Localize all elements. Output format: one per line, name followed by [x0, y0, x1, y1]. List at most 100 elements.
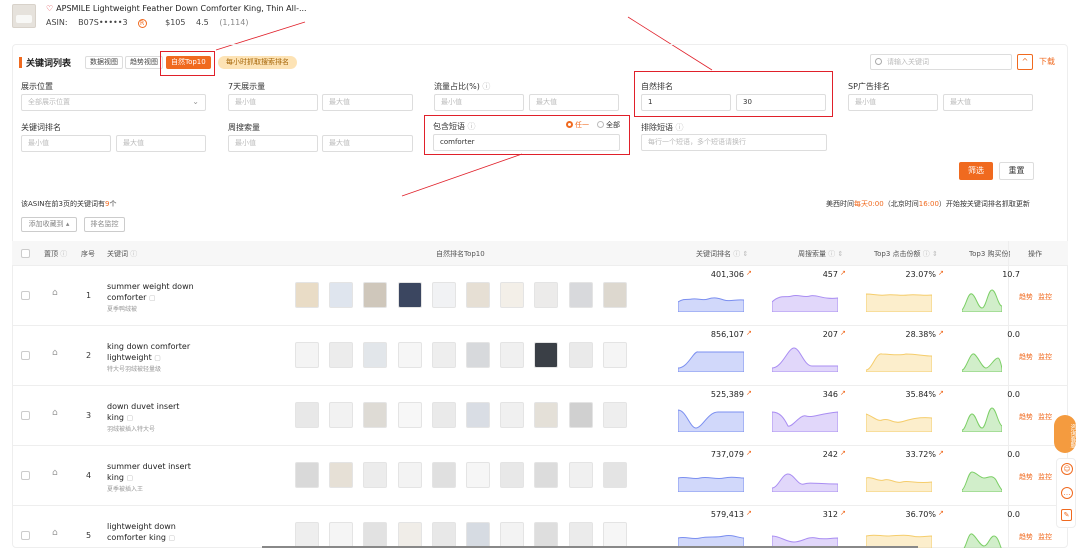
keyword-rank-max-input[interactable]: 最大值	[116, 135, 206, 152]
top10-product-image[interactable]	[466, 342, 490, 368]
top10-product-image[interactable]	[363, 522, 388, 548]
keyword-text[interactable]: king down comforter lightweight ▢ 特大号羽绒被轻量…	[107, 341, 190, 375]
top10-product-image[interactable]	[466, 522, 490, 548]
trend-chart-icon[interactable]: ↗	[938, 449, 944, 457]
organic-rank-min-input[interactable]: 1	[641, 94, 731, 111]
monitor-link[interactable]: 监控	[1038, 412, 1052, 422]
top10-product-image[interactable]	[602, 522, 627, 548]
reset-button[interactable]: 重置	[999, 162, 1034, 180]
top10-product-image[interactable]	[329, 462, 354, 488]
trend-chart-icon[interactable]: ↗	[840, 269, 846, 277]
row-checkbox[interactable]	[21, 411, 30, 420]
filter-button[interactable]: 筛选	[959, 162, 993, 180]
trend-link[interactable]: 趋势	[1019, 412, 1033, 422]
tag-icon[interactable]: ⌂	[52, 528, 58, 538]
tag-icon[interactable]: ⌂	[52, 348, 58, 358]
trend-chart-icon[interactable]: ↗	[840, 329, 846, 337]
trend-chart-icon[interactable]: ↗	[746, 269, 752, 277]
tag-icon[interactable]: ⌂	[52, 288, 58, 298]
top10-product-image[interactable]	[500, 402, 525, 428]
trend-chart-icon[interactable]: ↗	[840, 449, 846, 457]
feedback-icon[interactable]: ✎	[1061, 509, 1072, 521]
organic-rank-max-input[interactable]: 30	[736, 94, 826, 111]
placement-select[interactable]: 全部展示位置	[21, 94, 206, 111]
col-click-share[interactable]: Top3 点击份额 ⓘ ⇕	[874, 249, 938, 259]
top10-product-image[interactable]	[534, 462, 559, 488]
top10-product-image[interactable]	[466, 402, 490, 428]
top10-product-image[interactable]	[431, 402, 456, 428]
top10-product-image[interactable]	[295, 402, 319, 428]
top10-product-image[interactable]	[397, 462, 422, 488]
sp-ad-rank-min-input[interactable]: 最小值	[848, 94, 938, 111]
tag-icon[interactable]: ⌂	[52, 468, 58, 478]
top10-product-image[interactable]	[329, 282, 354, 308]
top10-product-image[interactable]	[431, 462, 456, 488]
traffic-share-max-input[interactable]: 最大值	[529, 94, 619, 111]
top10-product-image[interactable]	[568, 282, 593, 308]
top10-product-image[interactable]	[295, 282, 319, 308]
keyword-text[interactable]: summer duvet insert king ▢ 夏季被插入王	[107, 461, 191, 495]
top10-product-image[interactable]	[397, 342, 422, 368]
top10-product-image[interactable]	[397, 402, 422, 428]
row-checkbox[interactable]	[21, 471, 30, 480]
collapse-icon[interactable]: ^	[1017, 54, 1033, 70]
top10-product-image[interactable]	[329, 522, 354, 548]
keyword-search-input[interactable]: 请输入关键词	[870, 54, 1012, 70]
trend-chart-icon[interactable]: ↗	[746, 449, 752, 457]
keyword-text[interactable]: summer weight down comforter ▢ 夏季鸭绒被	[107, 281, 194, 315]
top10-product-image[interactable]	[534, 282, 559, 308]
tab-trend-view[interactable]: 趋势视图	[125, 56, 163, 69]
support-agent-icon[interactable]: ☺	[1061, 463, 1073, 475]
top10-product-image[interactable]	[431, 522, 456, 548]
sp-ad-rank-max-input[interactable]: 最大值	[943, 94, 1033, 111]
top10-product-image[interactable]	[602, 282, 627, 308]
select-all-checkbox[interactable]	[21, 249, 30, 258]
add-collection-button[interactable]: 添加收藏到 ▴	[21, 217, 77, 232]
top10-product-image[interactable]	[568, 462, 593, 488]
top10-product-image[interactable]	[602, 402, 627, 428]
top10-product-image[interactable]	[329, 342, 354, 368]
top10-product-image[interactable]	[363, 342, 388, 368]
top10-product-image[interactable]	[500, 342, 525, 368]
trend-chart-icon[interactable]: ↗	[840, 389, 846, 397]
consult-float-button[interactable]: 咨询客服	[1054, 415, 1076, 453]
trend-chart-icon[interactable]: ↗	[938, 389, 944, 397]
top10-product-image[interactable]	[602, 462, 627, 488]
top10-product-image[interactable]	[295, 462, 319, 488]
top10-product-image[interactable]	[534, 402, 559, 428]
top10-product-image[interactable]	[295, 342, 319, 368]
trend-chart-icon[interactable]: ↗	[938, 269, 944, 277]
trend-link[interactable]: 趋势	[1019, 472, 1033, 482]
top10-product-image[interactable]	[363, 402, 388, 428]
top10-product-image[interactable]	[534, 522, 559, 548]
top10-product-image[interactable]	[602, 342, 627, 368]
top10-product-image[interactable]	[397, 282, 422, 308]
monitor-link[interactable]: 监控	[1038, 292, 1052, 302]
trend-chart-icon[interactable]: ↗	[746, 509, 752, 517]
include-phrase-input[interactable]: comforter	[433, 134, 620, 151]
top10-product-image[interactable]	[466, 462, 490, 488]
trend-link[interactable]: 趋势	[1019, 532, 1033, 542]
rank-monitor-button[interactable]: 排名监控	[84, 217, 125, 232]
col-buy-share[interactable]: Top3 购买份额	[969, 249, 1010, 259]
tag-icon[interactable]: ⌂	[52, 408, 58, 418]
row-checkbox[interactable]	[21, 531, 30, 540]
trend-chart-icon[interactable]: ↗	[840, 509, 846, 517]
trend-link[interactable]: 趋势	[1019, 352, 1033, 362]
top10-product-image[interactable]	[500, 282, 525, 308]
top10-product-image[interactable]	[568, 402, 593, 428]
keyword-text[interactable]: down duvet insert king ▢ 羽绒被插入特大号	[107, 401, 179, 435]
top10-product-image[interactable]	[329, 402, 354, 428]
include-any-radio[interactable]: 任一	[566, 120, 589, 130]
tab-organic-top10[interactable]: 自然Top10	[166, 56, 211, 69]
top10-product-image[interactable]	[431, 342, 456, 368]
top10-product-image[interactable]	[500, 462, 525, 488]
traffic-share-min-input[interactable]: 最小值	[434, 94, 524, 111]
top10-product-image[interactable]	[295, 522, 319, 548]
include-all-radio[interactable]: 全部	[597, 120, 620, 130]
top10-product-image[interactable]	[431, 282, 456, 308]
top10-product-image[interactable]	[534, 342, 559, 368]
top10-product-image[interactable]	[397, 522, 422, 548]
hourly-fetch-badge[interactable]: 每小时抓取搜索排名	[218, 56, 297, 69]
search-volume-min-input[interactable]: 最小值	[228, 94, 318, 111]
